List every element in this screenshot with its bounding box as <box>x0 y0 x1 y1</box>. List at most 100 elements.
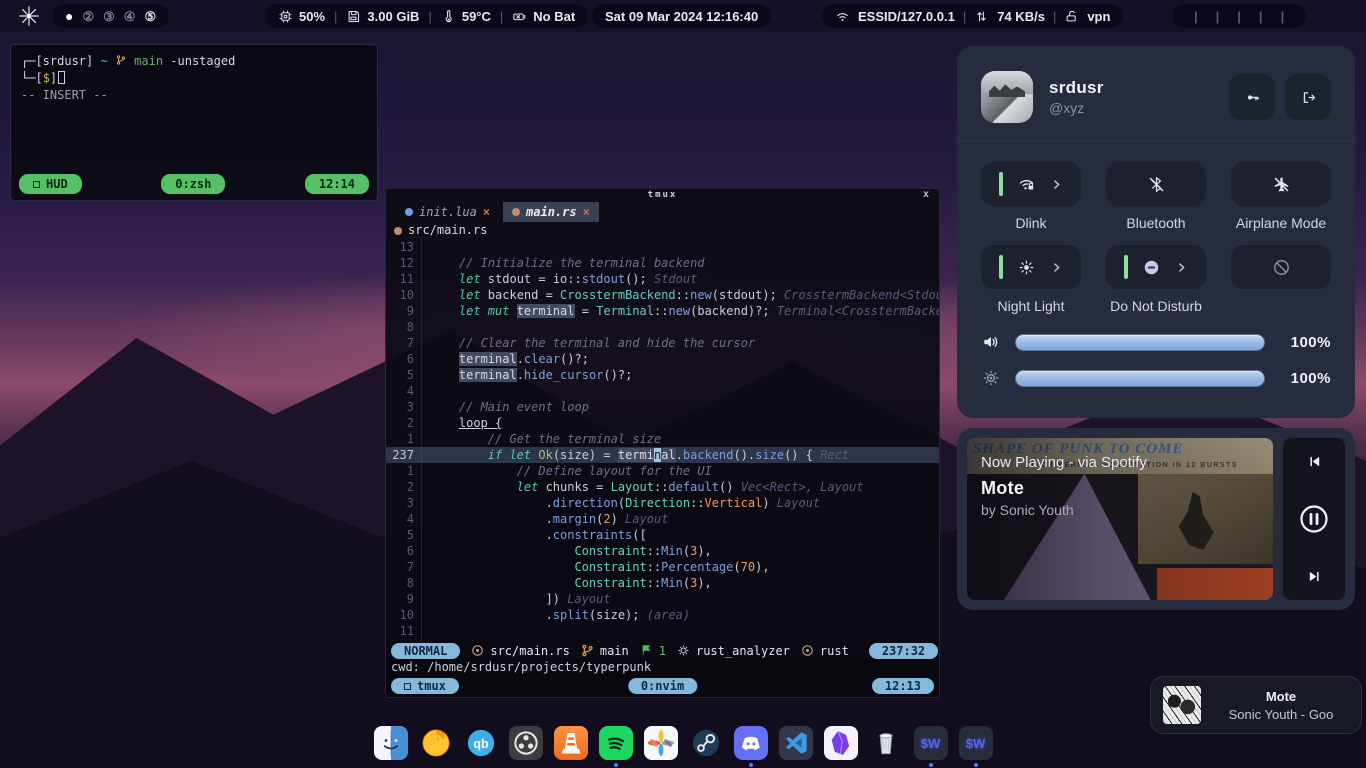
dock-spotify[interactable] <box>599 726 633 760</box>
dock-firefox[interactable] <box>419 726 453 760</box>
line-number: 10 <box>386 287 422 303</box>
code-line: 3// Main event loop <box>386 399 939 415</box>
compass-star-icon[interactable] <box>18 5 40 27</box>
chevron-right-icon[interactable] <box>1050 178 1063 191</box>
tab-init.lua[interactable]: init.lua× <box>396 202 499 222</box>
workspace-2[interactable]: ② <box>82 10 94 23</box>
hud-session-badge[interactable]: HUD <box>19 174 82 194</box>
workspace-3[interactable]: ③ <box>103 10 115 23</box>
system-tray: ||||| <box>1172 4 1306 28</box>
code-line: 10let backend = CrosstermBackend::new(st… <box>386 287 939 303</box>
dock-qbittorrent[interactable]: qb <box>464 726 498 760</box>
close-window-button[interactable]: x <box>923 190 931 200</box>
tmux-session-badge[interactable]: tmux <box>391 678 459 694</box>
code-line: 2loop { <box>386 415 939 431</box>
battery-icon <box>512 9 527 24</box>
buffer-tabs: init.lua×main.rs× <box>386 202 939 222</box>
avatar <box>981 71 1033 123</box>
dock-obsidian[interactable] <box>824 726 858 760</box>
toggle-do-not-disturb[interactable] <box>1106 245 1206 289</box>
statusline-branch: main <box>600 645 629 657</box>
rust-icon <box>470 643 485 658</box>
toggle-label: Do Not Disturb <box>1110 298 1202 314</box>
dock-discord[interactable] <box>734 726 768 760</box>
code-line: 6Constraint::Min(3), <box>386 543 939 559</box>
notification-body: Sonic Youth - Goo <box>1213 707 1349 722</box>
essid: ESSID/127.0.0.1 <box>858 9 955 24</box>
toggle-airplane-mode[interactable] <box>1231 162 1331 206</box>
top-bar: ●②③④⑤ 50%| 3.00 GiB| 59°C| No Bat Sat 09… <box>0 0 1366 32</box>
editor-window[interactable]: tmux x init.lua×main.rs× src/main.rs 131… <box>385 188 940 698</box>
media-player-card: SHAPE OF PUNK TO COMEA CHIMERICAL BOMBIN… <box>957 428 1355 610</box>
chevron-right-icon[interactable] <box>1050 261 1063 274</box>
line-number: 6 <box>386 351 422 367</box>
wifi-lock-icon <box>1017 175 1036 194</box>
close-tab-button[interactable]: × <box>583 202 590 222</box>
chevron-right-icon[interactable] <box>1175 261 1188 274</box>
tmux-window-badge[interactable]: 0:nvim <box>628 678 697 694</box>
dock-obs[interactable] <box>509 726 543 760</box>
active-indicator <box>999 255 1003 279</box>
unlock-icon <box>1064 9 1079 24</box>
terminal-clock-badge: 12:14 <box>305 174 369 194</box>
dock-sw-1[interactable]: $W <box>914 726 948 760</box>
pause-button[interactable] <box>1299 504 1329 534</box>
line-number: 10 <box>386 607 422 623</box>
line-number: 1 <box>386 463 422 479</box>
toggle-dlink[interactable] <box>981 162 1081 206</box>
code-line: 6terminal.clear()?; <box>386 351 939 367</box>
running-indicator <box>749 763 753 767</box>
git-branch-icon <box>115 54 127 68</box>
notification-title: Mote <box>1213 689 1349 704</box>
divider <box>957 140 1355 141</box>
code-line: 4 <box>386 383 939 399</box>
tab-main.rs[interactable]: main.rs× <box>503 202 599 222</box>
lua-file-icon <box>405 208 413 216</box>
workspace-5[interactable]: ⑤ <box>144 10 156 23</box>
running-indicator <box>974 763 978 767</box>
workspace-4[interactable]: ④ <box>124 10 136 23</box>
volume-slider[interactable] <box>1015 334 1265 351</box>
line-number: 6 <box>386 543 422 559</box>
brightness-slider[interactable] <box>1015 370 1265 387</box>
terminal-line: -- INSERT -- <box>21 87 367 104</box>
clock[interactable]: Sat 09 Mar 2024 12:16:40 <box>592 4 771 28</box>
dock-sw-2[interactable]: $W <box>959 726 993 760</box>
dock-vscode[interactable] <box>779 726 813 760</box>
toggle-label: Dlink <box>1015 215 1046 231</box>
rust-file-icon <box>512 208 520 216</box>
next-track-button[interactable] <box>1307 569 1322 584</box>
toggle-bluetooth[interactable] <box>1106 162 1206 206</box>
memory-icon <box>346 9 361 24</box>
network-status[interactable]: ESSID/127.0.0.1| 74 KB/s| vpn <box>822 4 1123 28</box>
key-icon <box>1245 90 1260 105</box>
running-indicator <box>614 763 618 767</box>
code-line: 12// Initialize the terminal backend <box>386 255 939 271</box>
toggle-blocked[interactable] <box>1231 245 1331 289</box>
dock: qb $W $W <box>0 726 1366 760</box>
line-number: 7 <box>386 559 422 575</box>
dock-steam[interactable] <box>689 726 723 760</box>
previous-track-button[interactable] <box>1307 454 1322 469</box>
code-line: 2let chunks = Layout::default() Vec<Rect… <box>386 479 939 495</box>
toggle-night-light[interactable] <box>981 245 1081 289</box>
close-tab-button[interactable]: × <box>483 202 490 222</box>
workspace-1[interactable]: ● <box>65 9 73 23</box>
statusline-file: src/main.rs <box>490 645 569 657</box>
vim-mode-badge: NORMAL <box>391 643 460 659</box>
dock-photos[interactable] <box>644 726 678 760</box>
terminal-line: ┌─[srdusr] ~ main -unstaged <box>21 53 367 70</box>
logout-button[interactable] <box>1285 74 1331 120</box>
code-line: 8 <box>386 319 939 335</box>
line-number: 7 <box>386 335 422 351</box>
toggle-label: Night Light <box>998 298 1065 314</box>
zsh-window-badge[interactable]: 0:zsh <box>161 174 225 194</box>
lock-keys-button[interactable] <box>1229 74 1275 120</box>
code-area[interactable]: 1312// Initialize the terminal backend11… <box>386 239 939 642</box>
dock-vlc[interactable] <box>554 726 588 760</box>
tmux-window-title: tmux x <box>386 189 939 202</box>
dock-file-manager[interactable] <box>374 726 408 760</box>
dock-trash[interactable] <box>869 726 903 760</box>
terminal-window[interactable]: ┌─[srdusr] ~ main -unstaged└─[$]-- INSER… <box>10 44 378 201</box>
tmux-clock-badge: 12:13 <box>872 678 934 694</box>
